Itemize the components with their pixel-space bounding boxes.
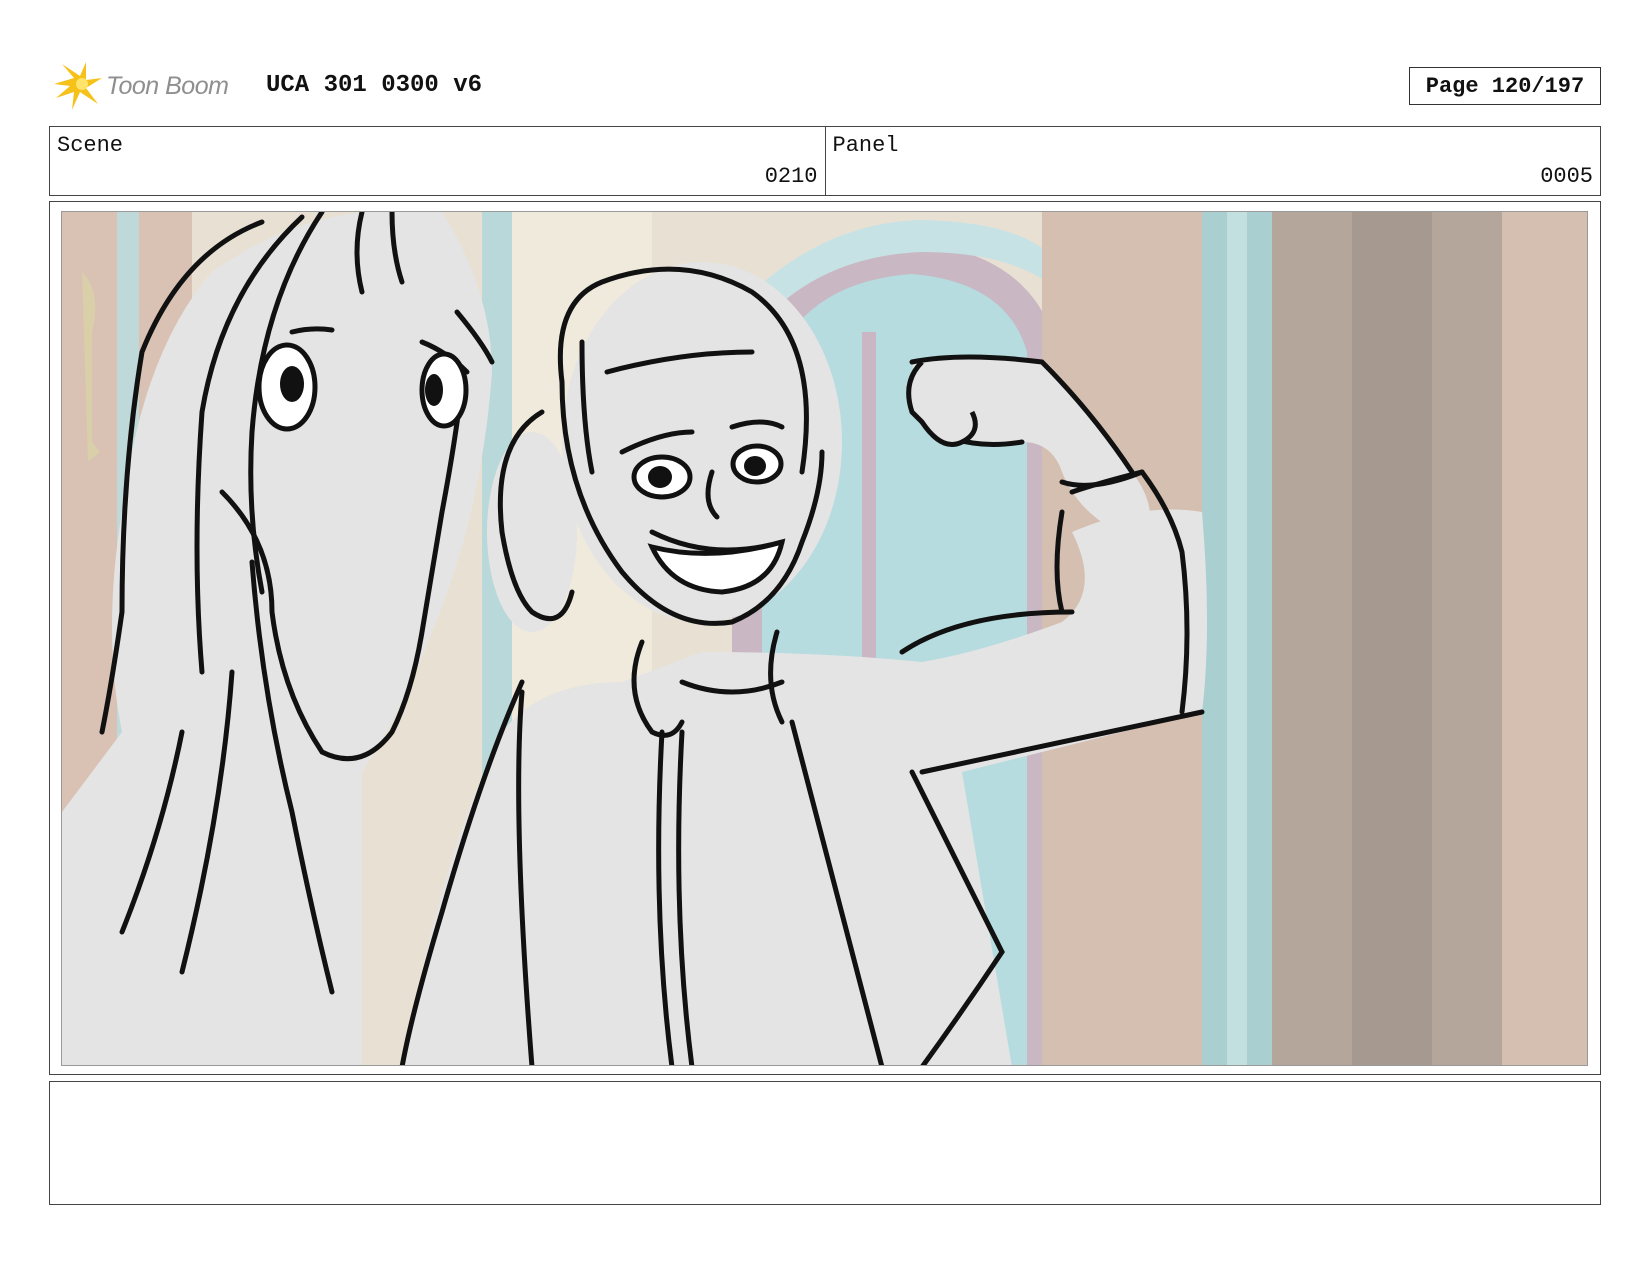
page-indicator: Page 120/197 [1409,67,1601,105]
logo-star-icon [54,62,102,110]
scene-number: 0210 [764,164,818,189]
notes-box [49,1081,1601,1205]
storyboard-image [61,211,1588,1066]
scene-label: Scene [57,133,124,158]
logo-text: Toon Boom [106,71,229,100]
storyboard-frame [49,201,1601,1075]
document-title: UCA 301 0300 v6 [266,72,483,99]
panel-cell: Panel 0005 [824,127,1601,195]
storyboard-sketch [62,212,1587,1065]
panel-number: 0005 [1540,164,1593,189]
scene-cell: Scene 0210 [50,127,825,195]
panel-label: Panel [832,133,899,158]
scene-panel-info: Scene 0210 Panel 0005 [49,126,1601,196]
toon-boom-logo: Toon Boom [52,58,252,114]
